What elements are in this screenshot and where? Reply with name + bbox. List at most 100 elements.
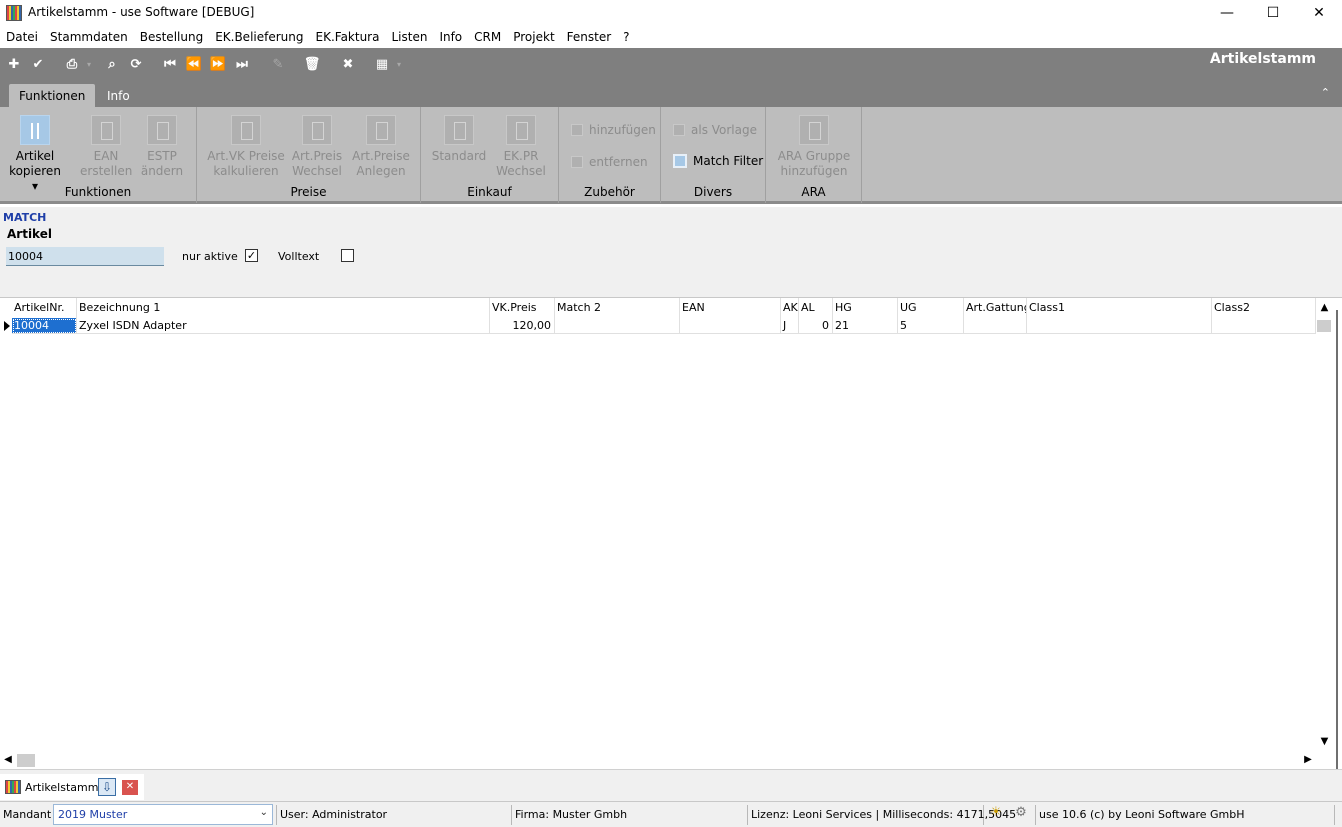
print-dropdown-icon[interactable]: ▾ bbox=[84, 54, 94, 74]
ribbon: Artikel kopieren ▾ EAN erstellen ESTP än… bbox=[0, 107, 1342, 204]
last-record-icon[interactable]: ⏭ bbox=[232, 54, 252, 74]
group-zubehoer: hinzufügen entfernen Zubehör bbox=[559, 107, 661, 203]
cell-al[interactable]: 0 bbox=[799, 318, 833, 334]
cell-ak[interactable]: J bbox=[781, 318, 799, 334]
cell-ean[interactable] bbox=[680, 318, 781, 334]
group-funktionen: Artikel kopieren ▾ EAN erstellen ESTP än… bbox=[0, 107, 197, 203]
column-header-hg[interactable]: HG bbox=[833, 298, 898, 318]
cell-class1[interactable] bbox=[1027, 318, 1212, 334]
new-icon[interactable]: ✚ bbox=[4, 54, 24, 74]
column-header-bezeichnung[interactable]: Bezeichnung 1 bbox=[77, 298, 490, 318]
menu-stammdaten[interactable]: Stammdaten bbox=[44, 26, 134, 48]
edit-icon[interactable]: ✎ bbox=[268, 54, 288, 74]
scroll-down-icon[interactable]: ▼ bbox=[1316, 736, 1333, 752]
mandant-select[interactable]: 2019 Muster ⌄ bbox=[53, 804, 273, 825]
menu-fenster[interactable]: Fenster bbox=[561, 26, 618, 48]
cell-vkpreis[interactable]: 120,00 bbox=[490, 318, 555, 334]
volltext-checkbox[interactable] bbox=[341, 249, 354, 262]
estp-aendern-button[interactable]: ESTP ändern bbox=[136, 115, 188, 179]
grid-view-dropdown-icon[interactable]: ▾ bbox=[394, 54, 404, 74]
previous-record-icon[interactable]: ⏪ bbox=[184, 54, 204, 74]
artpreise-label-2: Anlegen bbox=[356, 164, 406, 178]
column-header-ug[interactable]: UG bbox=[898, 298, 964, 318]
refresh-icon[interactable]: ⟳ bbox=[126, 54, 146, 74]
column-header-al[interactable]: AL bbox=[799, 298, 833, 318]
vertical-scroll-thumb[interactable] bbox=[1317, 320, 1331, 332]
window-edge-splitter[interactable] bbox=[1336, 310, 1342, 770]
art-preise-anlegen-button[interactable]: Art.Preise Anlegen bbox=[351, 115, 411, 179]
filter-icon bbox=[673, 154, 687, 168]
menu-ek-faktura[interactable]: EK.Faktura bbox=[310, 26, 386, 48]
scroll-left-icon[interactable]: ◀ bbox=[0, 752, 16, 769]
column-header-class1[interactable]: Class1 bbox=[1027, 298, 1212, 318]
search-icon[interactable]: ⌕ bbox=[102, 54, 122, 74]
menu-ek-belieferung[interactable]: EK.Belieferung bbox=[209, 26, 309, 48]
cell-art-gattung[interactable] bbox=[964, 318, 1027, 334]
cell-hg[interactable]: 21 bbox=[833, 318, 898, 334]
grid-view-icon[interactable]: ▦ bbox=[372, 54, 392, 74]
standard-button[interactable]: Standard bbox=[431, 115, 487, 164]
artikel-kopieren-button[interactable]: Artikel kopieren ▾ bbox=[8, 115, 62, 194]
art-vk-preise-kalkulieren-button[interactable]: Art.VK Preise kalkulieren bbox=[207, 115, 285, 179]
ara-gruppe-hinzufuegen-button[interactable]: ARA Gruppe hinzufügen bbox=[774, 115, 854, 179]
column-header-artikelnr[interactable]: ArtikelNr. bbox=[12, 298, 77, 318]
ara-group-icon bbox=[799, 115, 829, 145]
tab-funktionen[interactable]: Funktionen bbox=[9, 84, 96, 107]
column-header-vkpreis[interactable]: VK.Preis bbox=[490, 298, 555, 318]
match-heading: MATCH bbox=[3, 211, 47, 224]
delete-icon[interactable]: 🗑 bbox=[302, 54, 322, 74]
horizontal-scrollbar[interactable]: ◀ ▶ bbox=[0, 752, 1316, 769]
print-icon[interactable]: ⎙ bbox=[62, 54, 82, 74]
tab-info[interactable]: Info bbox=[97, 84, 140, 107]
doc-tab-artikelstamm[interactable]: Artikelstamm ⇩ ✕ bbox=[0, 774, 144, 800]
collapse-ribbon-icon[interactable]: ⌃ bbox=[1321, 86, 1330, 99]
artikel-search-input[interactable] bbox=[6, 247, 164, 266]
column-header-ak[interactable]: AK bbox=[781, 298, 799, 318]
column-header-ean[interactable]: EAN bbox=[680, 298, 781, 318]
cell-class2[interactable] bbox=[1212, 318, 1316, 334]
menu-projekt[interactable]: Projekt bbox=[507, 26, 560, 48]
scroll-up-icon[interactable]: ▲ bbox=[1316, 302, 1333, 318]
zubehoer-entfernen-button[interactable]: entfernen bbox=[571, 155, 648, 169]
art-preis-wechsel-button[interactable]: Art.Preis Wechsel bbox=[289, 115, 345, 179]
menu-crm[interactable]: CRM bbox=[468, 26, 507, 48]
pin-icon[interactable]: ⇩ bbox=[98, 778, 116, 796]
close-window-button[interactable]: ✕ bbox=[1296, 0, 1342, 26]
ek-pr-wechsel-button[interactable]: EK.PR Wechsel bbox=[493, 115, 549, 179]
ara-label-2: hinzufügen bbox=[780, 164, 848, 178]
next-record-icon[interactable]: ⏩ bbox=[208, 54, 228, 74]
cancel-icon[interactable]: ✖ bbox=[338, 54, 358, 74]
scroll-right-icon[interactable]: ▶ bbox=[1300, 752, 1316, 769]
nur-aktive-checkbox[interactable]: ✓ bbox=[245, 249, 258, 262]
close-tab-icon[interactable]: ✕ bbox=[122, 780, 138, 795]
column-header-art-gattung[interactable]: Art.Gattung bbox=[964, 298, 1027, 318]
cell-match2[interactable] bbox=[555, 318, 680, 334]
match-filter-button[interactable]: Match Filter bbox=[673, 154, 763, 168]
menu-info[interactable]: Info bbox=[433, 26, 468, 48]
als-vorlage-button[interactable]: als Vorlage bbox=[673, 123, 757, 137]
column-header-match2[interactable]: Match 2 bbox=[555, 298, 680, 318]
sun-icon[interactable]: ☀ bbox=[985, 805, 1007, 825]
zubehoer-hinzufuegen-button[interactable]: hinzufügen bbox=[571, 123, 656, 137]
network-icon[interactable]: ⚙ bbox=[1010, 805, 1032, 825]
horizontal-scroll-thumb[interactable] bbox=[17, 754, 35, 767]
mandant-label: Mandant bbox=[3, 808, 52, 821]
cell-bezeichnung[interactable]: Zyxel ISDN Adapter bbox=[77, 318, 490, 334]
column-header-class2[interactable]: Class2 bbox=[1212, 298, 1316, 318]
cell-artikelnr[interactable]: 10004 bbox=[12, 318, 77, 334]
filter-panel: MATCH Artikel nur aktive ✓ Volltext bbox=[0, 207, 1342, 297]
estp-label-1: ESTP bbox=[147, 149, 177, 163]
menu-bar: Datei Stammdaten Bestellung EK.Belieferu… bbox=[0, 26, 1342, 48]
menu-listen[interactable]: Listen bbox=[385, 26, 433, 48]
vertical-scrollbar[interactable]: ▲ ▼ bbox=[1316, 300, 1333, 752]
first-record-icon[interactable]: ⏮ bbox=[160, 54, 180, 74]
save-check-icon[interactable]: ✔ bbox=[28, 54, 48, 74]
cell-ug[interactable]: 5 bbox=[898, 318, 964, 334]
ean-erstellen-button[interactable]: EAN erstellen bbox=[80, 115, 132, 179]
status-user: User: Administrator bbox=[276, 805, 512, 825]
maximize-button[interactable]: ☐ bbox=[1250, 0, 1296, 26]
menu-bestellung[interactable]: Bestellung bbox=[134, 26, 209, 48]
menu-help[interactable]: ? bbox=[617, 26, 635, 48]
minimize-button[interactable]: — bbox=[1204, 0, 1250, 26]
menu-datei[interactable]: Datei bbox=[0, 26, 44, 48]
